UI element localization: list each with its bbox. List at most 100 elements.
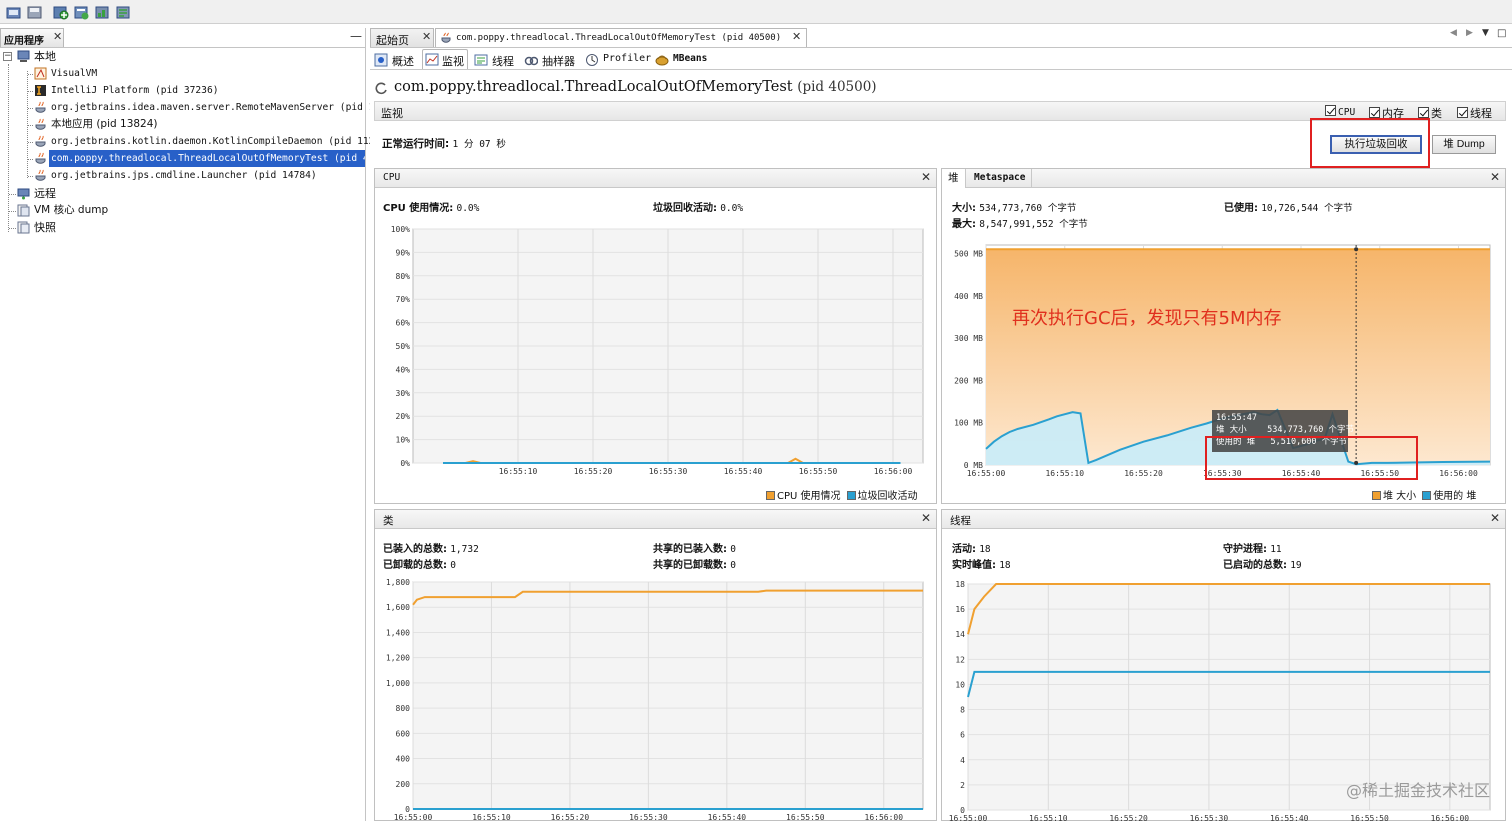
add-jmx-icon[interactable] <box>50 2 69 21</box>
cpu-legend: CPU 使用情况 垃圾回收活动 <box>760 487 918 502</box>
tab-applications[interactable]: 应用程序 ✕ <box>0 28 64 47</box>
x-tick-label: 16:55:50 <box>1350 814 1389 821</box>
legend-gc-activity: 垃圾回收活动 <box>857 491 918 502</box>
heap-dump-button[interactable]: 堆 Dump <box>1432 135 1496 154</box>
y-tick-label: 16 <box>955 605 965 614</box>
subtab-mbeans[interactable]: MBeans <box>655 50 715 70</box>
x-tick-label: 16:56:00 <box>874 467 913 476</box>
y-tick-label: 8 <box>960 706 965 715</box>
y-tick-label: 10 <box>955 680 965 689</box>
checkbox-cpu[interactable]: CPU <box>1325 105 1355 118</box>
close-icon[interactable]: ✕ <box>921 170 931 184</box>
close-icon[interactable]: ✕ <box>53 30 62 43</box>
checkbox-classes-label: 类 <box>1431 107 1442 120</box>
heap-legend: 堆 大小 使用的 堆 <box>1366 487 1476 502</box>
heap-panel-header: 堆 Metaspace ✕ <box>942 169 1505 188</box>
x-tick-label: 16:55:00 <box>394 813 433 821</box>
highlight-box <box>1310 118 1430 168</box>
subtab-profiler[interactable]: Profiler <box>585 50 652 70</box>
stat-label: 已装入的总数: <box>383 544 447 555</box>
subtab-sampler[interactable]: 抽样器 <box>524 50 582 70</box>
mbeans-icon <box>655 55 669 66</box>
stat-label: 实时峰值: <box>952 560 996 571</box>
subtab-monitor[interactable]: 监视 <box>422 49 468 69</box>
tree-node-threadlocal-test[interactable]: com.poppy.threadlocal.ThreadLocalOutOfMe… <box>34 150 365 167</box>
legend-swatch <box>1422 491 1432 500</box>
add-host-icon[interactable] <box>71 2 90 21</box>
collapse-icon[interactable]: − <box>3 52 12 61</box>
java-process-icon <box>441 32 451 43</box>
checkbox-threads[interactable]: 线程 <box>1457 105 1492 121</box>
subtab-overview[interactable]: 概述 <box>374 50 420 70</box>
tab-process-label: com.poppy.threadlocal.ThreadLocalOutOfMe… <box>456 33 782 43</box>
x-tick-label: 16:55:00 <box>949 814 988 821</box>
stat-label: 垃圾回收活动: <box>653 203 717 214</box>
subtab-monitor-label: 监视 <box>442 55 464 68</box>
core-dump-icon <box>17 204 30 217</box>
shared-loaded-stat: 共享的已装入数: 0 <box>653 540 736 555</box>
watermark: @稀土掘金技术社区 <box>1345 781 1490 800</box>
java-process-icon <box>35 101 46 113</box>
close-icon[interactable]: ✕ <box>1490 170 1500 184</box>
legend-swatch <box>846 491 856 500</box>
thread-dump-icon[interactable] <box>113 2 132 21</box>
y-tick-label: 40% <box>396 365 411 374</box>
open-application-icon[interactable] <box>3 2 22 21</box>
close-icon[interactable]: ✕ <box>792 30 801 43</box>
scroll-left-icon[interactable]: ◀ <box>1450 28 1457 38</box>
tooltip-size-label: 堆 大小 <box>1216 425 1247 435</box>
legend-swatch <box>1372 491 1381 500</box>
stat-value: 1,732 <box>450 544 479 555</box>
visualvm-icon <box>34 67 47 80</box>
tree-guide <box>8 64 9 232</box>
computer-icon <box>17 50 30 62</box>
subtab-profiler-label: Profiler <box>603 53 652 64</box>
monitor-label: 监视 <box>381 107 403 120</box>
tree-label: org.jetbrains.idea.maven.server.RemoteMa… <box>51 102 387 113</box>
heap-dump-icon[interactable] <box>92 2 111 21</box>
maximize-icon[interactable]: □ <box>1497 28 1506 39</box>
tree-label: org.jetbrains.kotlin.daemon.KotlinCompil… <box>51 136 381 147</box>
tree-label: com.poppy.threadlocal.ThreadLocalOutOfMe… <box>49 150 365 167</box>
close-icon[interactable]: ✕ <box>1490 511 1500 525</box>
y-tick-label: 1,600 <box>386 603 410 612</box>
stat-value: 0 <box>730 544 736 555</box>
x-tick-label: 16:55:40 <box>724 467 763 476</box>
tab-heap[interactable]: 堆 <box>942 169 966 188</box>
heap-size-stat: 大小: 534,773,760 个字节 <box>952 199 1076 214</box>
tooltip-size-value: 534,773,760 个字节 <box>1267 425 1355 435</box>
classes-panel-title: 类 <box>383 515 394 527</box>
loading-icon <box>375 82 387 95</box>
tab-start-page[interactable]: 起始页 ✕ <box>370 28 434 47</box>
y-tick-label: 600 <box>396 729 411 738</box>
threads-started-stat: 已启动的总数: 19 <box>1223 556 1302 571</box>
close-icon[interactable]: ✕ <box>921 511 931 525</box>
tree-label-core-dump: VM 核心 dump <box>34 204 109 216</box>
x-tick-label: 16:55:50 <box>786 813 825 821</box>
close-icon[interactable]: ✕ <box>422 30 431 43</box>
network-icon <box>17 188 30 200</box>
stat-value: 534,773,760 个字节 <box>979 203 1077 214</box>
x-tick-label: 16:55:20 <box>574 467 613 476</box>
checkbox-cpu-label: CPU <box>1338 107 1356 118</box>
stat-value: 0.0% <box>720 203 744 214</box>
plot-area <box>412 581 924 810</box>
tab-process[interactable]: com.poppy.threadlocal.ThreadLocalOutOfMe… <box>435 28 807 47</box>
y-tick-label: 100 MB <box>954 419 983 428</box>
dropdown-icon[interactable]: ▼ <box>1482 28 1489 38</box>
checkbox-checked-icon <box>1457 107 1468 118</box>
threads-daemon-stat: 守护进程: 11 <box>1223 540 1282 555</box>
x-tick-label: 16:55:40 <box>1270 814 1309 821</box>
scroll-right-icon[interactable]: ▶ <box>1466 28 1473 38</box>
main-content: 起始页 ✕ com.poppy.threadlocal.ThreadLocalO… <box>370 28 1512 821</box>
x-tick-label: 16:55:40 <box>708 813 747 821</box>
save-icon[interactable] <box>24 2 43 21</box>
stat-value: 10,726,544 个字节 <box>1261 203 1353 214</box>
stat-value: 18 <box>999 560 1011 571</box>
stat-value: 19 <box>1290 560 1302 571</box>
subtab-sampler-label: 抽样器 <box>542 55 575 68</box>
minimize-icon[interactable]: — <box>350 29 362 43</box>
subtab-threads[interactable]: 线程 <box>474 50 520 70</box>
snapshot-icon <box>17 221 30 234</box>
tab-metaspace[interactable]: Metaspace <box>968 169 1033 188</box>
